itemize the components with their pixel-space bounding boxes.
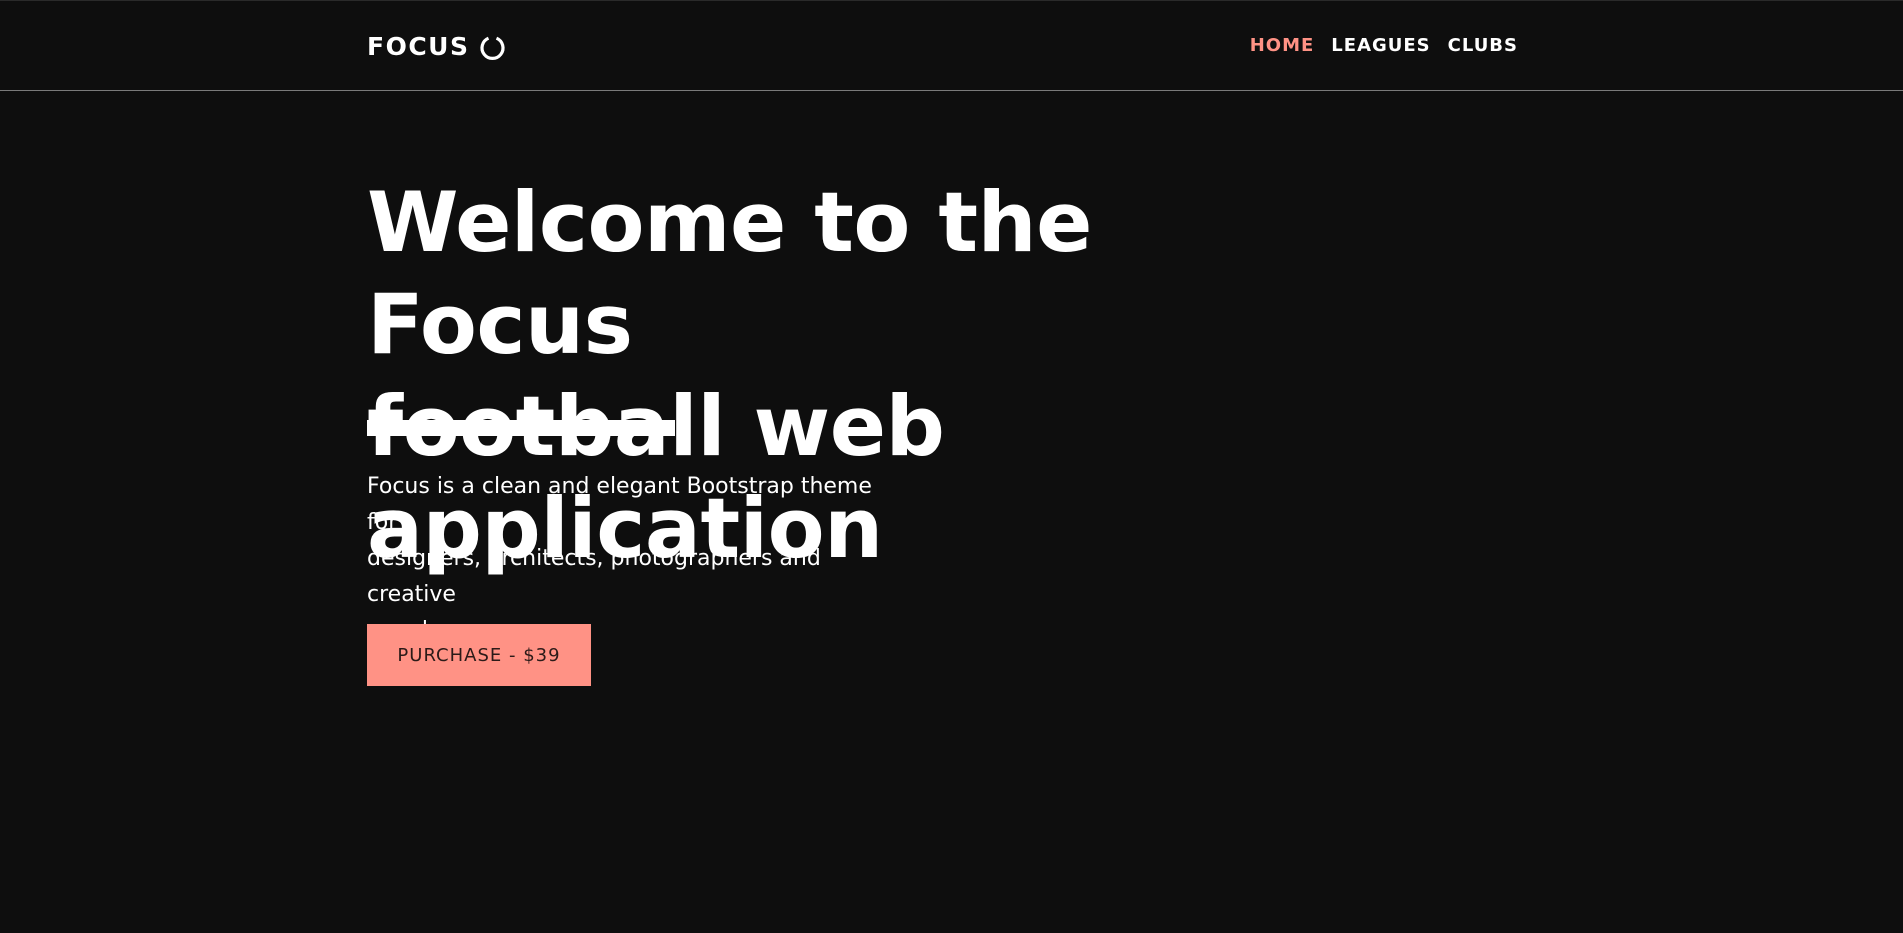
purchase-button[interactable]: PURCHASE - $39 xyxy=(367,624,591,686)
nav-clubs[interactable]: CLUBS xyxy=(1448,33,1518,59)
hero-description-line-2: designers, architects, photographers and… xyxy=(367,546,821,607)
circle-notch-icon xyxy=(480,36,506,60)
brand-name: FOCUS xyxy=(367,32,470,61)
hero-description: Focus is a clean and elegant Bootstrap t… xyxy=(367,469,907,649)
navbar: FOCUS HOME LEAGUES CLUBS xyxy=(0,0,1903,91)
main-nav: HOME LEAGUES CLUBS xyxy=(1250,33,1518,59)
brand-logo[interactable]: FOCUS xyxy=(367,30,506,64)
nav-leagues[interactable]: LEAGUES xyxy=(1331,33,1430,59)
nav-home[interactable]: HOME xyxy=(1250,33,1315,59)
hero-description-line-1: Focus is a clean and elegant Bootstrap t… xyxy=(367,474,872,535)
hero-title-line-1: Welcome to the Focus xyxy=(367,174,1092,373)
hero-section: Welcome to the Focus football web applic… xyxy=(367,172,1367,686)
hero-divider xyxy=(367,420,675,436)
